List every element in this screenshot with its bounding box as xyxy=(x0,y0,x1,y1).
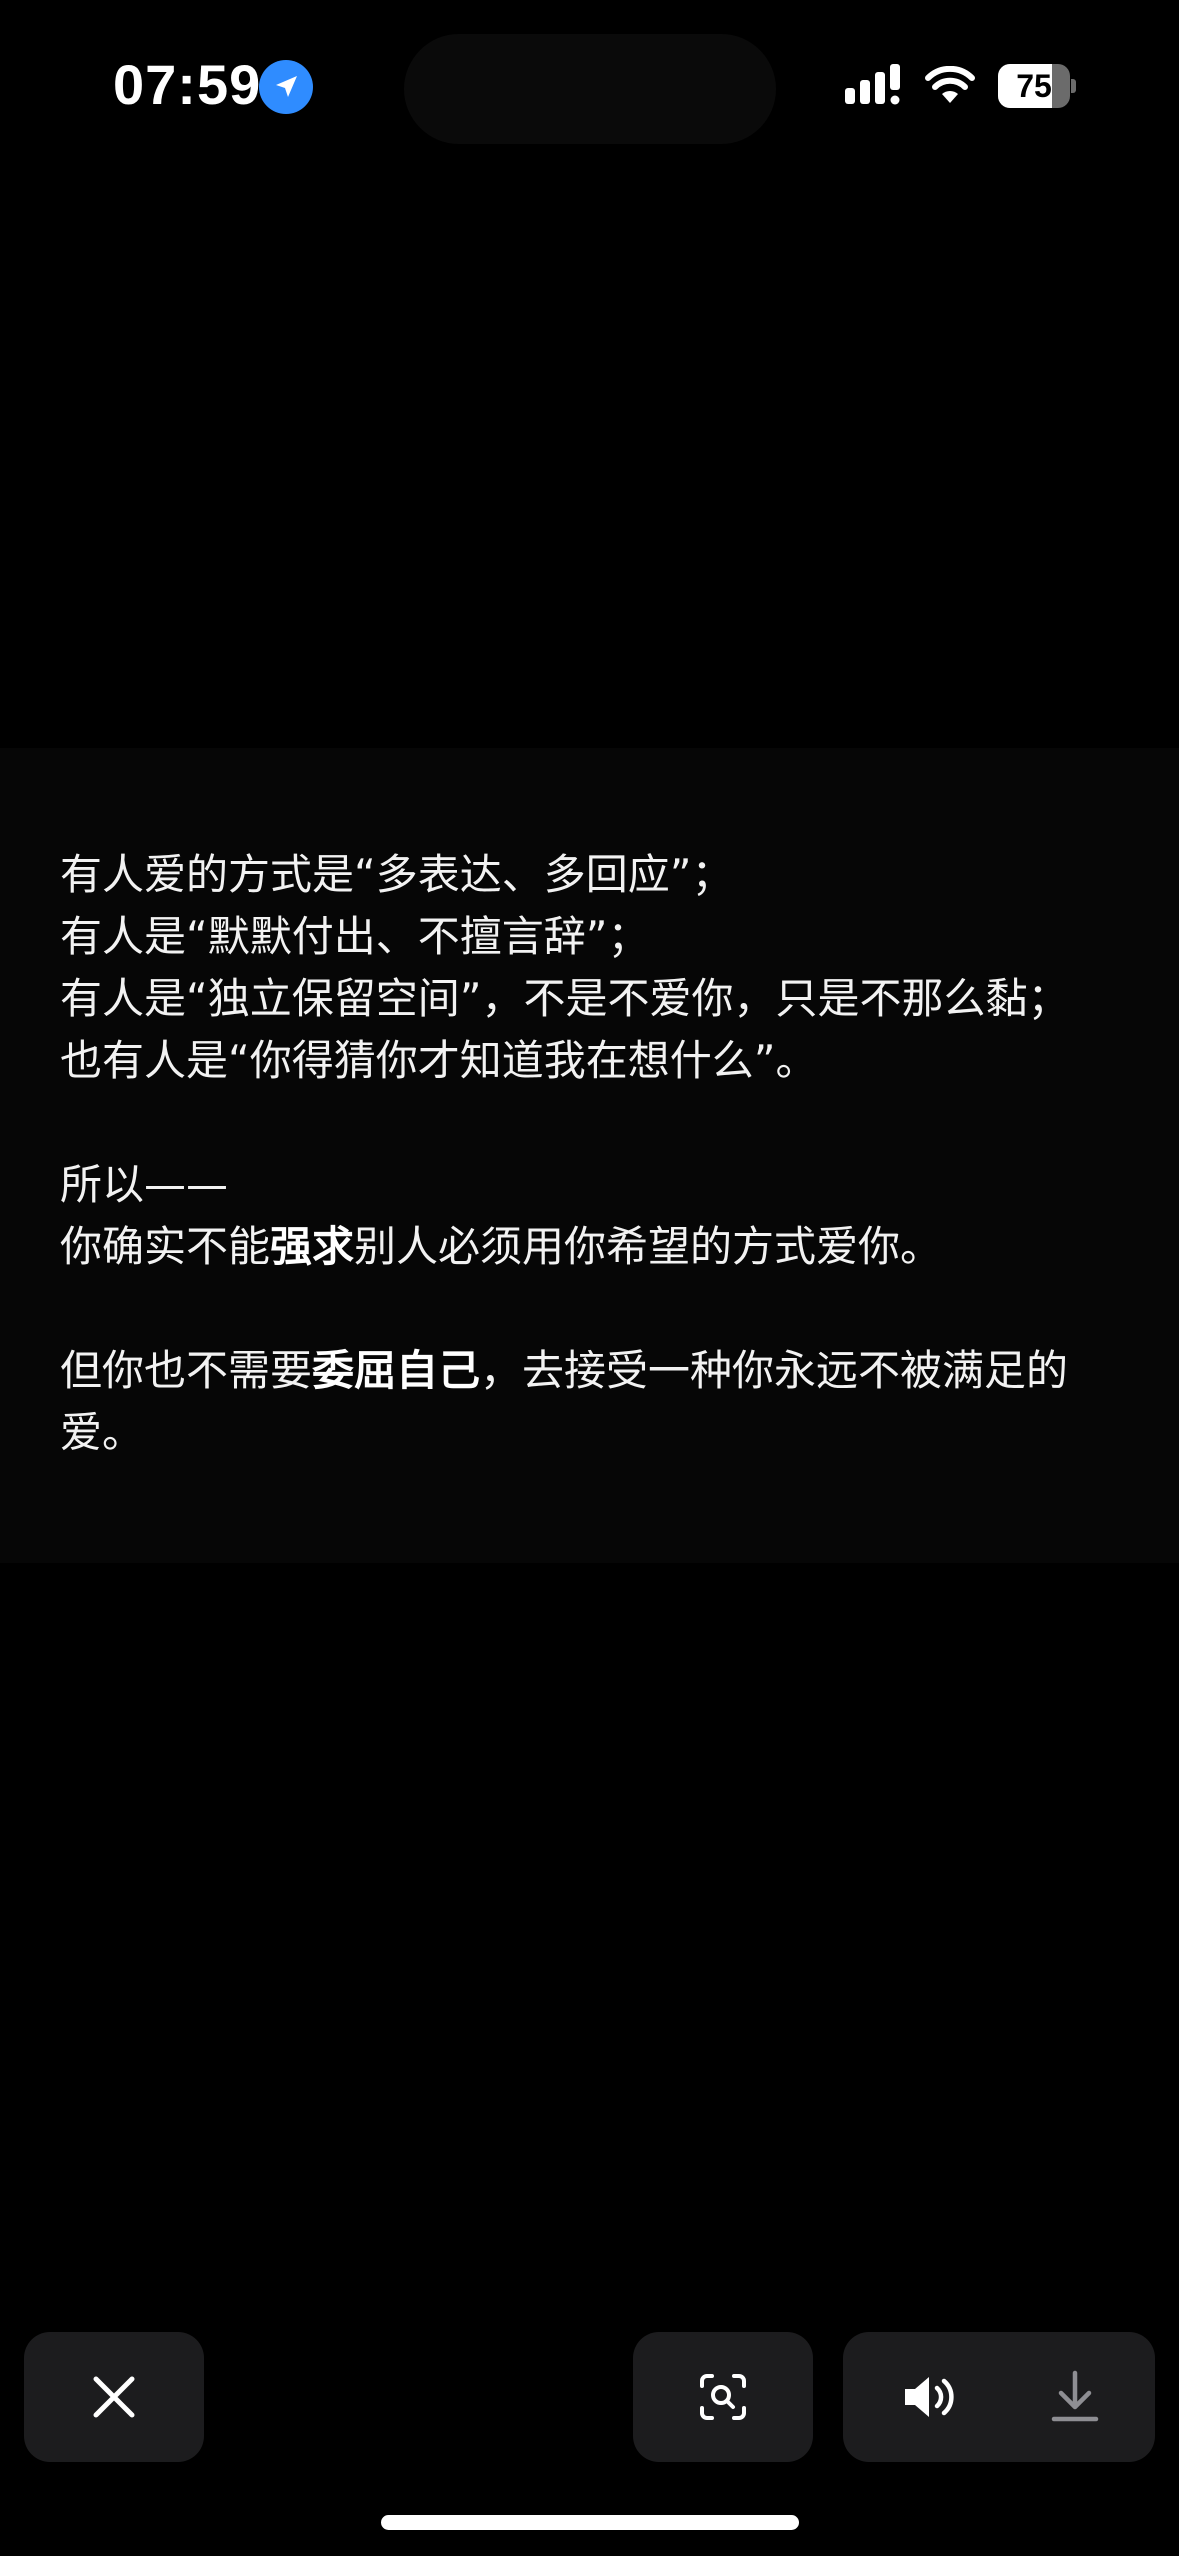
poem-text: 有人爱的方式是“多表达、多回应”； 有人是“默默付出、不擅言辞”； 有人是“独立… xyxy=(60,844,1130,1464)
poem-line-2: 有人是“默默付出、不擅言辞”； xyxy=(60,912,650,961)
poem-line-7: 但你也不需要委屈自己，去接受一种你永远不被满足的爱。 xyxy=(60,1346,1069,1457)
text-scan-icon xyxy=(700,2374,746,2420)
battery-indicator: 75 xyxy=(998,64,1076,108)
media-actions-group xyxy=(843,2332,1155,2462)
download-icon xyxy=(1051,2370,1099,2422)
wifi-icon xyxy=(925,65,975,110)
poem-line-1: 有人爱的方式是“多表达、多回应”； xyxy=(60,850,734,899)
home-indicator[interactable] xyxy=(381,2515,799,2530)
status-bar: 07:59 75 xyxy=(0,0,1179,180)
location-arrow-icon xyxy=(259,60,313,114)
cellular-signal-icon xyxy=(843,64,905,112)
poem-line-3: 有人是“独立保留空间”，不是不爱你，只是不那么黏； xyxy=(60,974,1070,1023)
emphasis-text: 强求 xyxy=(270,1222,355,1271)
poem-line-4: 也有人是“你得猜你才知道我在想什么”。 xyxy=(60,1036,818,1085)
emphasis-text: 委屈自己 xyxy=(312,1346,481,1395)
text-content-card: 有人爱的方式是“多表达、多回应”； 有人是“默默付出、不擅言辞”； 有人是“独立… xyxy=(0,748,1179,1563)
speaker-icon xyxy=(905,2377,954,2417)
sound-button[interactable] xyxy=(843,2332,999,2462)
live-text-scan-button[interactable] xyxy=(633,2332,813,2462)
close-button[interactable] xyxy=(24,2332,204,2462)
battery-level-text: 75 xyxy=(1016,68,1052,104)
close-icon xyxy=(93,2376,135,2418)
poem-line-6: 你确实不能强求别人必须用你希望的方式爱你。 xyxy=(60,1222,943,1271)
poem-line-5: 所以—— xyxy=(60,1160,229,1209)
dynamic-island xyxy=(404,34,776,144)
download-button[interactable] xyxy=(999,2332,1155,2462)
status-time: 07:59 xyxy=(113,53,262,116)
